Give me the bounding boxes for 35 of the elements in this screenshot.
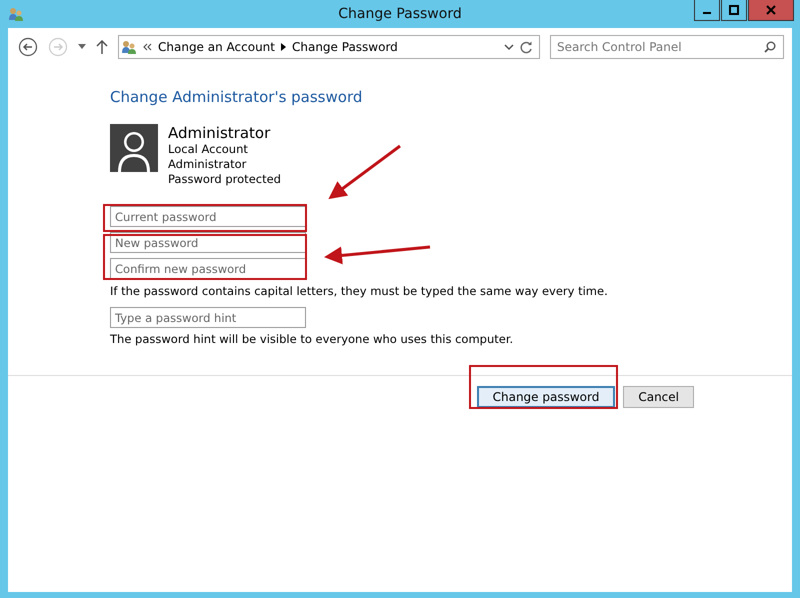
- address-bar[interactable]: Change an Account Change Password: [118, 35, 540, 59]
- capitals-note: If the password contains capital letters, they must be typed the same way every time.: [110, 284, 608, 298]
- account-name: Administrator: [168, 124, 272, 142]
- close-button[interactable]: [748, 0, 794, 21]
- maximize-icon: [729, 5, 739, 15]
- account-detail: Local Account: [168, 142, 249, 157]
- password-field[interactable]: New password: [110, 232, 306, 253]
- separator-arrow-icon: [280, 43, 286, 51]
- window-title: Change Password: [338, 6, 462, 22]
- back-icon[interactable]: [18, 37, 38, 57]
- chevron-down-icon[interactable]: [504, 44, 514, 50]
- breadcrumb[interactable]: Change Password: [292, 40, 398, 54]
- chevrons-icon: [143, 43, 152, 51]
- close-icon: [766, 5, 776, 15]
- dropdown-icon[interactable]: [78, 44, 86, 50]
- minimize-button[interactable]: [694, 0, 720, 21]
- users-icon: [8, 6, 24, 22]
- refresh-icon[interactable]: [520, 40, 533, 54]
- maximize-button[interactable]: [721, 0, 747, 21]
- hint-note: The password hint will be visible to everyone who uses this computer.: [110, 332, 514, 346]
- account-detail: Password protected: [168, 172, 281, 187]
- users-icon: [121, 39, 137, 55]
- hint-field[interactable]: Type a password hint: [110, 307, 306, 328]
- password-field[interactable]: Current password: [110, 206, 306, 227]
- password-field[interactable]: Confirm new password: [110, 258, 306, 279]
- change-password-button[interactable]: Change password: [476, 386, 616, 408]
- search-icon: [764, 41, 776, 53]
- user-avatar-icon: [110, 124, 158, 172]
- minimize-icon: [703, 12, 711, 14]
- breadcrumb[interactable]: Change an Account: [158, 40, 275, 54]
- up-arrow-icon[interactable]: [96, 40, 108, 54]
- account-detail: Administrator: [168, 157, 248, 172]
- page-heading: Change Administrator's password: [110, 88, 362, 106]
- cancel-button[interactable]: Cancel: [623, 386, 694, 408]
- search-field[interactable]: Search Control Panel: [550, 35, 784, 59]
